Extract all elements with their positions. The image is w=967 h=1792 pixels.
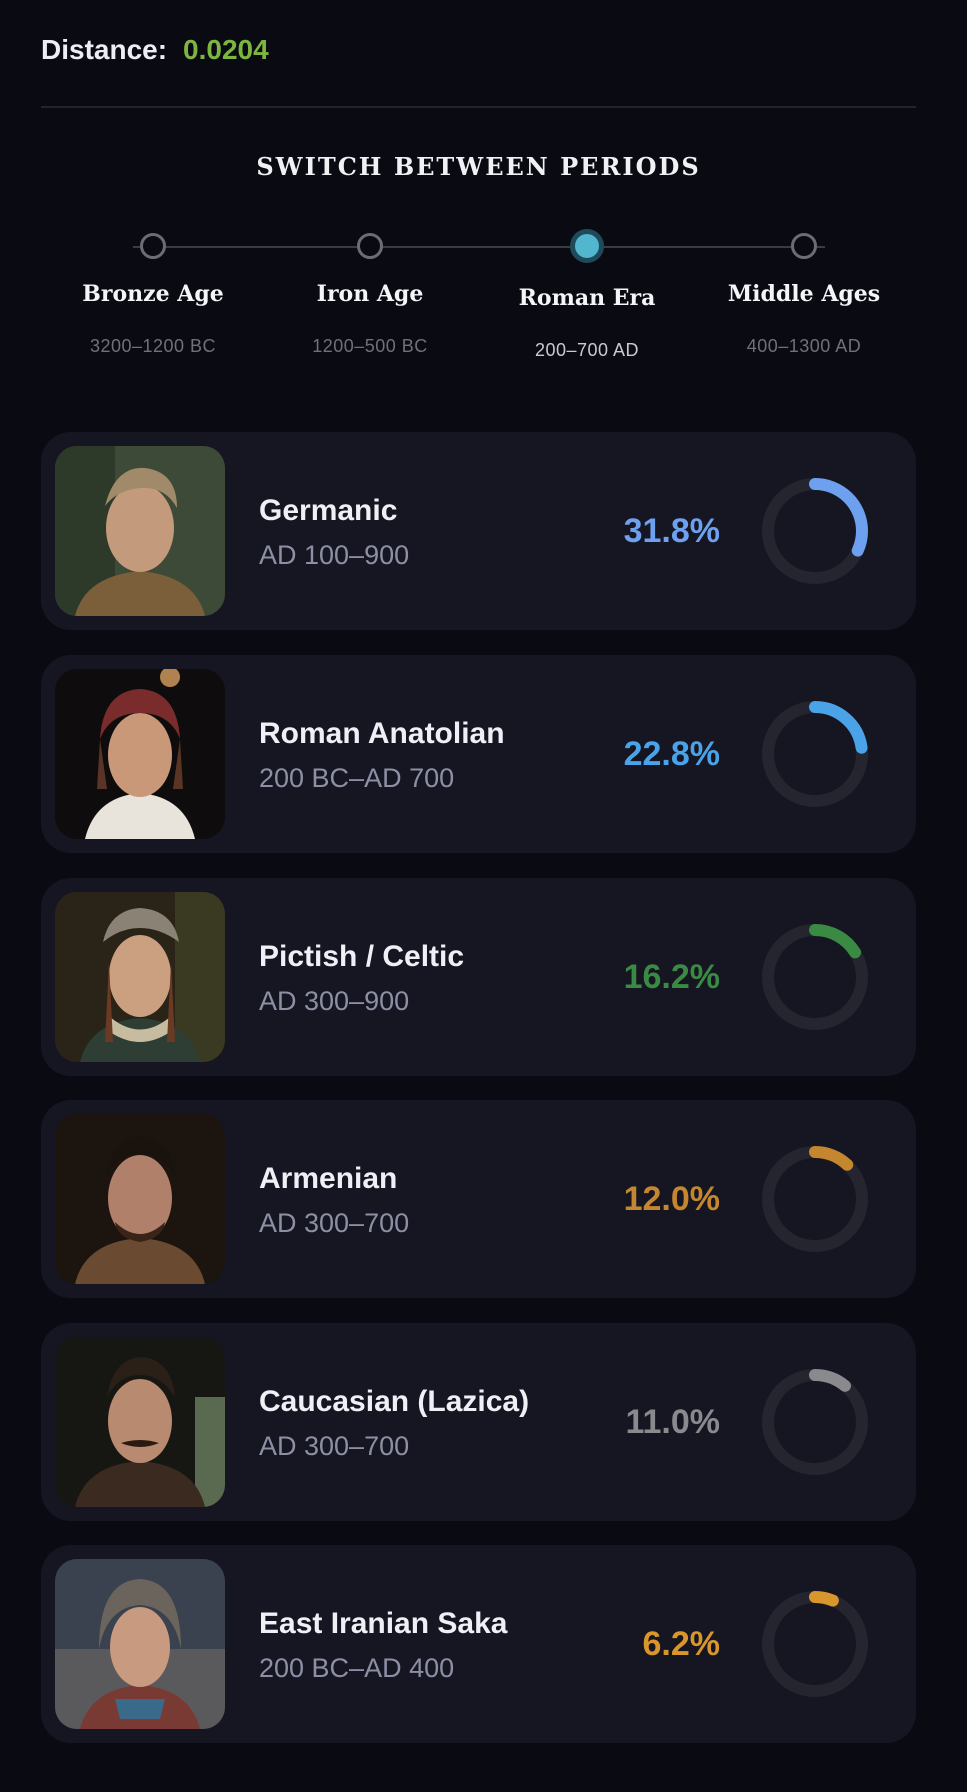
population-name: Roman Anatolian (259, 717, 505, 750)
period-name: Roman Era (518, 285, 656, 311)
population-card-east-iranian-saka[interactable]: East Iranian Saka 200 BC–AD 400 6.2% (41, 1545, 916, 1743)
period-bronze-age[interactable]: Bronze Age 3200–1200 BC (53, 230, 253, 357)
population-percent: 16.2% (623, 958, 720, 996)
population-card-germanic[interactable]: Germanic AD 100–900 31.8% (41, 432, 916, 630)
population-name: Pictish / Celtic (259, 940, 465, 973)
period-name: Middle Ages (727, 281, 881, 307)
population-name: East Iranian Saka (259, 1607, 508, 1640)
population-range: AD 300–700 (259, 1431, 410, 1461)
period-name: Iron Age (316, 281, 424, 307)
period-dot[interactable] (357, 233, 383, 259)
period-name: Bronze Age (82, 281, 224, 307)
percent-donut (762, 478, 868, 584)
population-range: 200 BC–AD 700 (259, 763, 455, 793)
population-name: Armenian (259, 1162, 398, 1195)
population-name: Caucasian (Lazica) (259, 1385, 530, 1418)
population-card-roman-anatolian[interactable]: Roman Anatolian 200 BC–AD 700 22.8% (41, 655, 916, 853)
period-roman-era[interactable]: Roman Era 200–700 AD (487, 229, 687, 361)
period-dot[interactable] (791, 233, 817, 259)
period-range: 200–700 AD (534, 340, 640, 360)
period-range: 3200–1200 BC (89, 336, 217, 356)
population-percent: 11.0% (625, 1403, 720, 1441)
population-percent: 12.0% (623, 1180, 720, 1218)
percent-donut (762, 701, 868, 807)
population-range: 200 BC–AD 400 (259, 1653, 455, 1683)
divider (41, 106, 916, 108)
population-range: AD 100–900 (259, 540, 410, 570)
period-dot-selected[interactable] (570, 229, 604, 263)
period-middle-ages[interactable]: Middle Ages 400–1300 AD (704, 230, 904, 357)
man-dark-portrait (55, 1114, 225, 1284)
period-range: 1200–500 BC (312, 336, 428, 356)
percent-donut (762, 1591, 868, 1697)
period-range: 400–1300 AD (746, 336, 862, 356)
man-blond-portrait (55, 446, 225, 616)
woman-hood-portrait (55, 1559, 225, 1729)
distance-label: Distance: (41, 34, 168, 65)
population-percent: 31.8% (623, 512, 720, 550)
population-card-armenian[interactable]: Armenian AD 300–700 12.0% (41, 1100, 916, 1298)
population-percent: 6.2% (642, 1625, 721, 1663)
period-iron-age[interactable]: Iron Age 1200–500 BC (270, 230, 470, 357)
percent-donut (762, 1146, 868, 1252)
distance-value: 0.0204 (183, 34, 269, 65)
man-mustache-portrait (55, 1337, 225, 1507)
woman-headscarf-portrait (55, 669, 225, 839)
percent-donut (762, 1369, 868, 1475)
population-range: AD 300–900 (259, 986, 410, 1016)
population-percent: 22.8% (623, 735, 720, 773)
periods-title: SWITCH BETWEEN PERIODS (256, 152, 701, 181)
percent-donut (762, 924, 868, 1030)
population-card-pictish-celtic[interactable]: Pictish / Celtic AD 300–900 16.2% (41, 878, 916, 1076)
population-name: Germanic (259, 494, 398, 527)
period-dot[interactable] (140, 233, 166, 259)
population-range: AD 300–700 (259, 1208, 410, 1238)
population-card-caucasian-lazica[interactable]: Caucasian (Lazica) AD 300–700 11.0% (41, 1323, 916, 1521)
distance-readout: Distance: 0.0204 (41, 34, 269, 66)
woman-braids-portrait (55, 892, 225, 1062)
